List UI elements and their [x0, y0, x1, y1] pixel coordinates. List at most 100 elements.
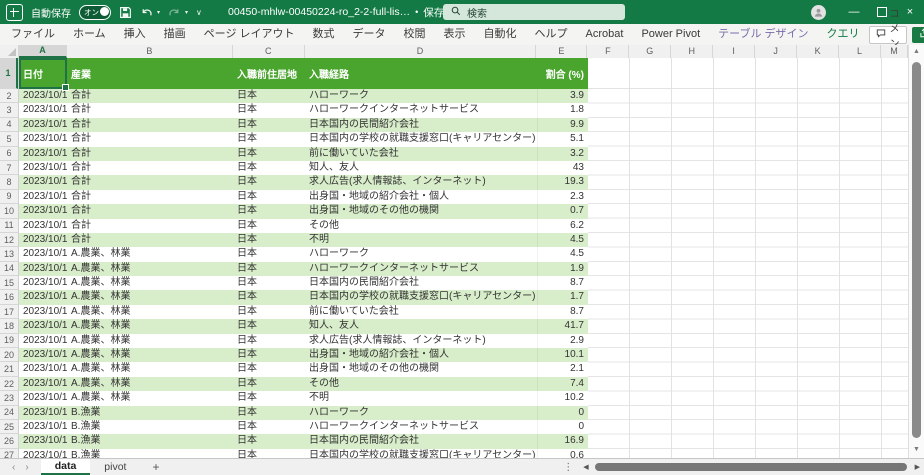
sheet-tab-data[interactable]: data — [41, 459, 91, 475]
cell-route[interactable]: 出身国・地域のその他の機関 — [305, 204, 537, 218]
column-header-F[interactable]: F — [587, 45, 629, 58]
cell-date[interactable]: 2023/10/1 — [19, 449, 67, 458]
cell-route[interactable]: 日本国内の民間紹介会社 — [305, 118, 537, 132]
row-header-12[interactable]: 12 — [0, 233, 18, 247]
cell-route[interactable]: 不明 — [305, 391, 537, 405]
add-sheet-button[interactable]: + — [140, 459, 171, 475]
sheet-tab-pivot[interactable]: pivot — [90, 459, 140, 475]
ribbon-tab[interactable]: クエリ — [818, 24, 869, 45]
row-header-16[interactable]: 16 — [0, 290, 18, 304]
cell-industry[interactable]: A.農業、林業 — [67, 276, 233, 290]
cell-pct[interactable]: 16.9 — [537, 434, 588, 448]
cell-route[interactable]: ハローワークインターネットサービス — [305, 420, 537, 434]
cell-residence[interactable]: 日本 — [233, 334, 305, 348]
ribbon-tab[interactable]: ファイル — [2, 24, 64, 45]
cell-route[interactable]: 前に働いていた会社 — [305, 147, 537, 161]
ribbon-tab[interactable]: 表示 — [435, 24, 475, 45]
row-header-13[interactable]: 13 — [0, 247, 18, 261]
ribbon-tab[interactable]: データ — [344, 24, 395, 45]
cell-pct[interactable]: 2.3 — [537, 190, 588, 204]
cell-residence[interactable]: 日本 — [233, 290, 305, 304]
horizontal-scrollbar-thumb[interactable] — [595, 463, 907, 471]
cell-pct[interactable]: 1.8 — [537, 103, 588, 117]
ribbon-tab[interactable]: テーブル デザイン — [709, 24, 817, 45]
cell-industry[interactable]: B.漁業 — [67, 406, 233, 420]
column-header-L[interactable]: L — [839, 45, 881, 58]
row-header-1[interactable]: 1 — [0, 58, 18, 89]
row-header-10[interactable]: 10 — [0, 204, 18, 218]
cell-date[interactable]: 2023/10/1 — [19, 434, 67, 448]
row-header-14[interactable]: 14 — [0, 262, 18, 276]
cell-pct[interactable]: 2.9 — [537, 334, 588, 348]
cell-residence[interactable]: 日本 — [233, 247, 305, 261]
cell-route[interactable]: 不明 — [305, 233, 537, 247]
cell-pct[interactable]: 5.1 — [537, 132, 588, 146]
cell-pct[interactable]: 0.7 — [537, 204, 588, 218]
cell-date[interactable]: 2023/10/1 — [19, 377, 67, 391]
prev-sheet-icon[interactable]: ‹ — [12, 462, 15, 473]
cell-industry[interactable]: 合計 — [67, 147, 233, 161]
cell-route[interactable]: その他 — [305, 377, 537, 391]
quick-access-toolbar-icon[interactable]: ∨ — [196, 8, 201, 17]
cell-route[interactable]: ハローワークインターネットサービス — [305, 103, 537, 117]
cell-residence[interactable]: 日本 — [233, 103, 305, 117]
cell-residence[interactable]: 日本 — [233, 175, 305, 189]
cell-residence[interactable]: 日本 — [233, 219, 305, 233]
row-header-19[interactable]: 19 — [0, 334, 18, 348]
cell-date[interactable]: 2023/10/1 — [19, 247, 67, 261]
row-header-23[interactable]: 23 — [0, 391, 18, 405]
cell-pct[interactable]: 1.9 — [537, 262, 588, 276]
column-header-I[interactable]: I — [713, 45, 755, 58]
row-header-7[interactable]: 7 — [0, 161, 18, 175]
column-header-M[interactable]: M — [881, 45, 908, 58]
row-header-4[interactable]: 4 — [0, 118, 18, 132]
cell-date[interactable]: 2023/10/1 — [19, 89, 67, 103]
cell-date[interactable]: 2023/10/1 — [19, 219, 67, 233]
cell-industry[interactable]: A.農業、林業 — [67, 377, 233, 391]
cell-residence[interactable]: 日本 — [233, 305, 305, 319]
cell-residence[interactable]: 日本 — [233, 391, 305, 405]
cell-residence[interactable]: 日本 — [233, 420, 305, 434]
cell-date[interactable]: 2023/10/1 — [19, 175, 67, 189]
table-column-header[interactable]: 入職前住居地 — [233, 58, 305, 89]
cell-date[interactable]: 2023/10/1 — [19, 305, 67, 319]
cell-industry[interactable]: 合計 — [67, 103, 233, 117]
vertical-scrollbar-thumb[interactable] — [912, 62, 921, 438]
cell-date[interactable]: 2023/10/1 — [19, 161, 67, 175]
cell-industry[interactable]: A.農業、林業 — [67, 334, 233, 348]
share-button[interactable]: 共有 ▾ — [912, 27, 924, 43]
cell-date[interactable]: 2023/10/1 — [19, 290, 67, 304]
cell-pct[interactable]: 8.7 — [537, 276, 588, 290]
cell-route[interactable]: 出身国・地域の紹介会社・個人 — [305, 190, 537, 204]
cell-date[interactable]: 2023/10/1 — [19, 262, 67, 276]
ribbon-tab[interactable]: 自動化 — [475, 24, 526, 45]
cell-pct[interactable]: 10.2 — [537, 391, 588, 405]
tabbar-splitter-icon[interactable]: ⋮ — [563, 462, 573, 473]
column-header-C[interactable]: C — [233, 45, 305, 58]
cell-pct[interactable]: 0.6 — [537, 449, 588, 458]
cell-pct[interactable]: 4.5 — [537, 247, 588, 261]
cell-pct[interactable]: 1.7 — [537, 290, 588, 304]
cell-industry[interactable]: A.農業、林業 — [67, 305, 233, 319]
column-header-B[interactable]: B — [67, 45, 233, 58]
column-header-J[interactable]: J — [755, 45, 797, 58]
cell-residence[interactable]: 日本 — [233, 449, 305, 458]
column-header-K[interactable]: K — [797, 45, 839, 58]
cell-residence[interactable]: 日本 — [233, 348, 305, 362]
cell-route[interactable]: ハローワークインターネットサービス — [305, 262, 537, 276]
cell-route[interactable]: 求人広告(求人情報誌、インターネット) — [305, 175, 537, 189]
ribbon-tab[interactable]: ヘルプ — [526, 24, 577, 45]
cell-residence[interactable]: 日本 — [233, 233, 305, 247]
ribbon-tab[interactable]: 数式 — [304, 24, 344, 45]
cell-pct[interactable]: 2.1 — [537, 362, 588, 376]
cell-residence[interactable]: 日本 — [233, 434, 305, 448]
cell-industry[interactable]: 合計 — [67, 118, 233, 132]
cell-industry[interactable]: A.農業、林業 — [67, 247, 233, 261]
cell-route[interactable]: 知人、友人 — [305, 319, 537, 333]
row-header-5[interactable]: 5 — [0, 132, 18, 146]
cell-date[interactable]: 2023/10/1 — [19, 132, 67, 146]
cell-residence[interactable]: 日本 — [233, 161, 305, 175]
cell-residence[interactable]: 日本 — [233, 362, 305, 376]
select-all-corner[interactable] — [0, 45, 19, 58]
row-header-8[interactable]: 8 — [0, 175, 18, 189]
